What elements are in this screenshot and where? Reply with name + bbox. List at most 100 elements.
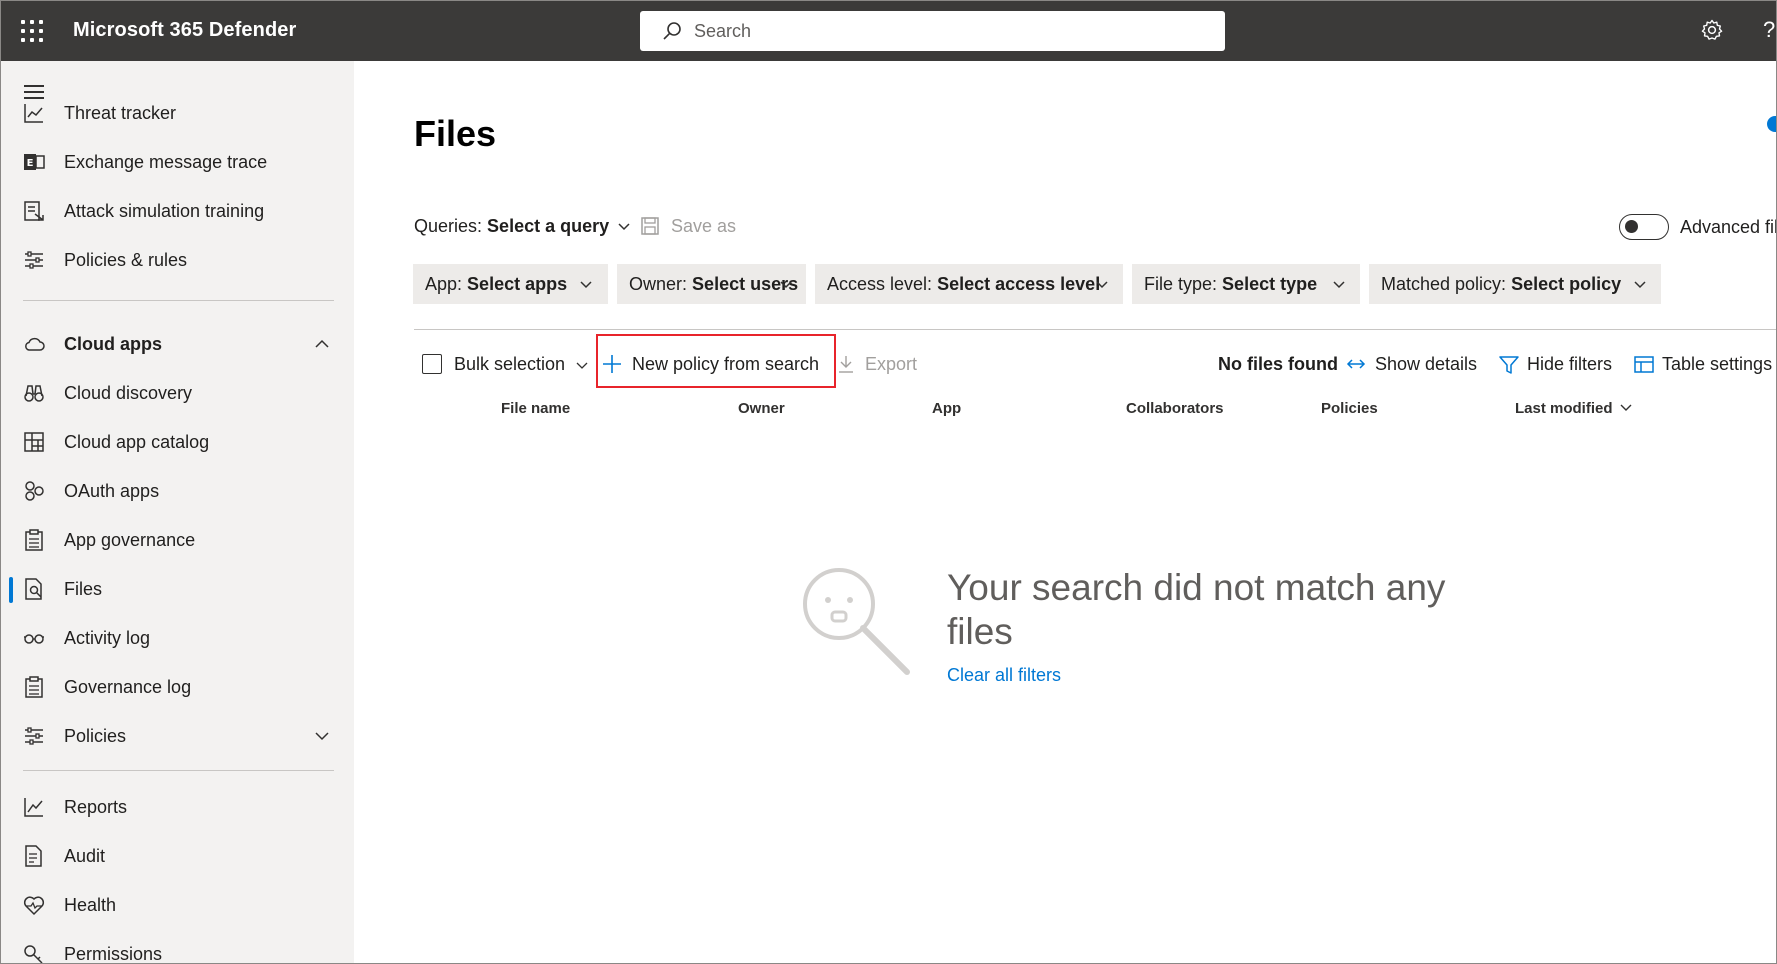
sidebar-item-audit[interactable]: Audit <box>1 834 354 878</box>
audit-icon <box>25 845 42 867</box>
sidebar-item-reports[interactable]: Reports <box>1 785 354 829</box>
sidebar-item-label: Threat tracker <box>64 103 177 123</box>
sidebar-item-label: App governance <box>64 530 196 550</box>
filter-value: Select access level <box>937 274 1101 294</box>
filter-label: Matched policy: <box>1381 274 1507 294</box>
column-header-file-name[interactable]: File name <box>501 400 570 417</box>
sidebar-divider <box>23 300 334 301</box>
save-as-label: Save as <box>671 216 737 236</box>
app-title[interactable]: Microsoft 365 Defender <box>73 19 296 42</box>
sidebar-item-label: Policies <box>64 726 127 746</box>
page-title: Files <box>414 113 497 154</box>
filter-icon <box>1499 356 1519 374</box>
filter-app[interactable]: App: Select apps <box>413 264 608 304</box>
filter-access-level[interactable]: Access level: Select access level <box>815 264 1123 304</box>
filter-label: Owner: <box>629 274 688 294</box>
settings-gear-icon[interactable] <box>1701 19 1723 41</box>
filter-label: App: <box>425 274 463 294</box>
sidebar-item-health[interactable]: Health <box>1 883 354 927</box>
sidebar-item-label: Activity log <box>64 628 151 648</box>
chevron-down-icon[interactable] <box>314 728 330 744</box>
save-icon <box>641 217 659 235</box>
sidebar-item-permissions[interactable]: Permissions <box>1 932 354 963</box>
filter-label: Access level: <box>827 274 933 294</box>
show-details-button[interactable]: Show details <box>1346 347 1478 381</box>
advanced-filters-toggle[interactable] <box>1619 214 1669 240</box>
table-settings-button[interactable]: Table settings <box>1634 347 1774 381</box>
sliders-icon <box>25 727 43 745</box>
help-icon[interactable]: ? <box>1763 17 1775 43</box>
sidebar-item-label: Reports <box>64 797 128 817</box>
filter-label: File type: <box>1144 274 1218 294</box>
sidebar-section-cloud-apps[interactable]: Cloud apps <box>1 322 354 366</box>
line-chart-icon <box>24 798 43 817</box>
no-results-magnifier-icon <box>803 568 910 675</box>
sidebar-item-app-governance[interactable]: App governance <box>1 518 354 562</box>
app-launcher-icon[interactable] <box>21 20 43 42</box>
main-content: Files Queries: Select a query Save as Ad… <box>354 61 1777 963</box>
column-header-collaborators[interactable]: Collaborators <box>1126 400 1224 417</box>
bulk-selection-button[interactable]: Bulk selection <box>422 347 592 381</box>
download-icon <box>839 356 853 373</box>
results-status: No files found <box>1218 347 1338 381</box>
sidebar-item-label: Cloud discovery <box>64 383 193 403</box>
column-header-label: Last modified <box>1515 400 1613 417</box>
search-box[interactable] <box>640 11 1225 51</box>
filter-owner[interactable]: Owner: Select users <box>617 264 806 304</box>
sidebar-item-label: Attack simulation training <box>64 201 265 221</box>
filter-matched-policy[interactable]: Matched policy: Select policy <box>1369 264 1661 304</box>
sidebar-item-policies-rules[interactable]: Policies & rules <box>1 238 354 282</box>
hide-filters-label: Hide filters <box>1527 354 1613 374</box>
key-icon <box>24 945 43 963</box>
clipboard-icon <box>25 529 43 551</box>
column-header-app[interactable]: App <box>932 400 961 417</box>
filter-file-type[interactable]: File type: Select type <box>1132 264 1360 304</box>
export-label: Export <box>865 354 918 374</box>
sidebar-item-policies[interactable]: Policies <box>1 714 354 758</box>
heart-pulse-icon <box>23 896 45 916</box>
search-input[interactable] <box>694 11 1194 51</box>
exchange-icon: E <box>24 154 45 170</box>
top-bar: Microsoft 365 Defender ? <box>1 1 1776 61</box>
sidebar-item-files[interactable]: Files <box>1 567 354 611</box>
sidebar-section-label: Cloud apps <box>64 334 162 354</box>
sidebar: Threat tracker E Exchange message trace … <box>1 61 354 963</box>
filter-value: Select policy <box>1511 274 1622 294</box>
column-header-owner[interactable]: Owner <box>738 400 785 417</box>
sidebar-item-oauth-apps[interactable]: OAuth apps <box>1 469 354 513</box>
sidebar-item-activity-log[interactable]: Activity log <box>1 616 354 660</box>
chevron-down-icon <box>576 362 588 369</box>
hide-filters-button[interactable]: Hide filters <box>1499 347 1614 381</box>
sidebar-item-label: OAuth apps <box>64 481 160 501</box>
clear-all-filters-link[interactable]: Clear all filters <box>947 665 1061 686</box>
sort-descending-icon <box>1620 404 1632 411</box>
sidebar-item-cloud-discovery[interactable]: Cloud discovery <box>1 371 354 415</box>
filter-value: Select apps <box>467 274 568 294</box>
chevron-up-icon[interactable] <box>314 336 330 352</box>
highlight-box <box>596 334 836 388</box>
sidebar-item-attack-simulation-training[interactable]: Attack simulation training <box>1 189 354 233</box>
svg-text:E: E <box>27 158 34 169</box>
advanced-filters-label: Advanced filters <box>1680 217 1777 237</box>
column-header-last-modified[interactable]: Last modified <box>1515 400 1632 417</box>
sidebar-item-label: Governance log <box>64 677 192 697</box>
queries-dropdown[interactable]: Queries: Select a query <box>414 216 630 237</box>
clipboard-icon <box>25 676 43 698</box>
table-settings-label: Table settings <box>1662 354 1773 374</box>
search-icon <box>663 22 681 40</box>
scroll-indicator[interactable] <box>1767 116 1776 132</box>
export-button[interactable]: Export <box>838 347 918 381</box>
binoculars-icon <box>24 385 44 402</box>
show-details-label: Show details <box>1375 354 1478 374</box>
chevron-down-icon <box>1333 281 1345 289</box>
chart-icon <box>24 104 43 123</box>
sidebar-item-exchange-message-trace[interactable]: E Exchange message trace <box>1 140 354 184</box>
empty-state-message: Your search did not match any files <box>947 567 1446 652</box>
cloud-icon <box>25 337 45 351</box>
column-header-policies[interactable]: Policies <box>1321 400 1378 417</box>
bulk-selection-checkbox[interactable] <box>422 354 442 374</box>
sidebar-item-threat-tracker[interactable]: Threat tracker <box>1 91 354 135</box>
toolbar-divider <box>414 329 1776 330</box>
sidebar-item-governance-log[interactable]: Governance log <box>1 665 354 709</box>
sidebar-item-cloud-app-catalog[interactable]: Cloud app catalog <box>1 420 354 464</box>
